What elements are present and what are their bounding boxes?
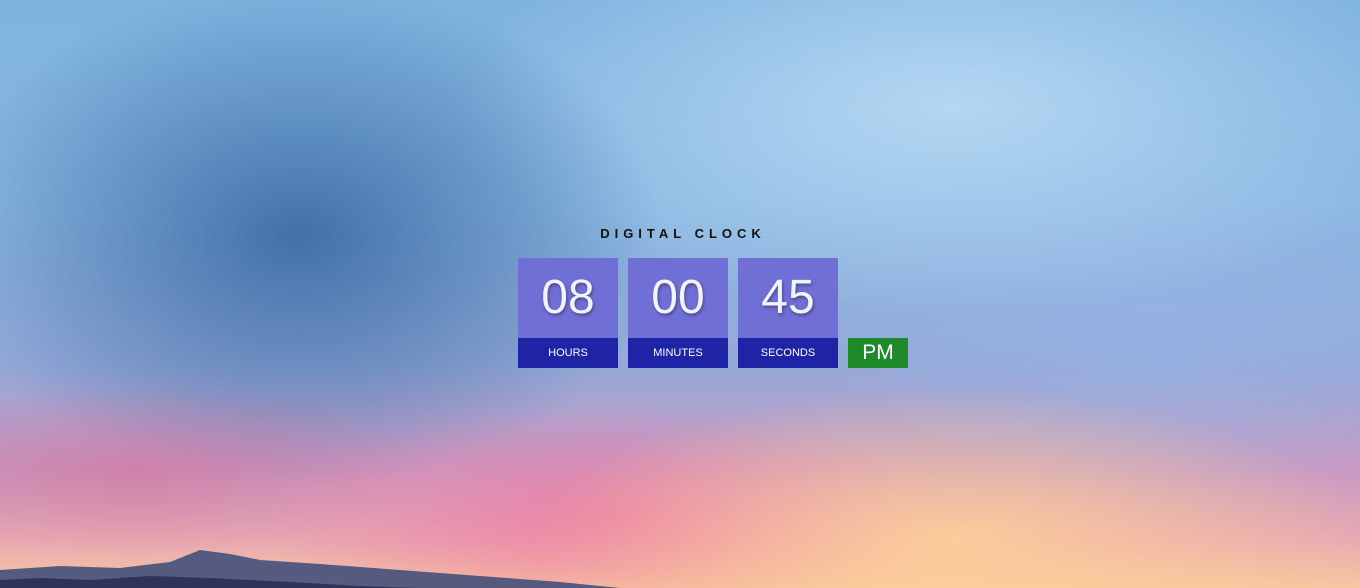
background-hills bbox=[0, 550, 620, 588]
hours-label: HOURS bbox=[518, 338, 618, 368]
minutes-label: MINUTES bbox=[628, 338, 728, 368]
hours-value: 08 bbox=[518, 258, 618, 338]
minutes-value: 00 bbox=[628, 258, 728, 338]
minutes-unit: 00 MINUTES bbox=[628, 258, 728, 368]
seconds-value: 45 bbox=[738, 258, 838, 338]
period-badge: PM bbox=[848, 338, 908, 368]
seconds-unit: 45 SECONDS bbox=[738, 258, 838, 368]
clock-title: DIGITAL CLOCK bbox=[600, 226, 766, 241]
seconds-label: SECONDS bbox=[738, 338, 838, 368]
hours-unit: 08 HOURS bbox=[518, 258, 618, 368]
